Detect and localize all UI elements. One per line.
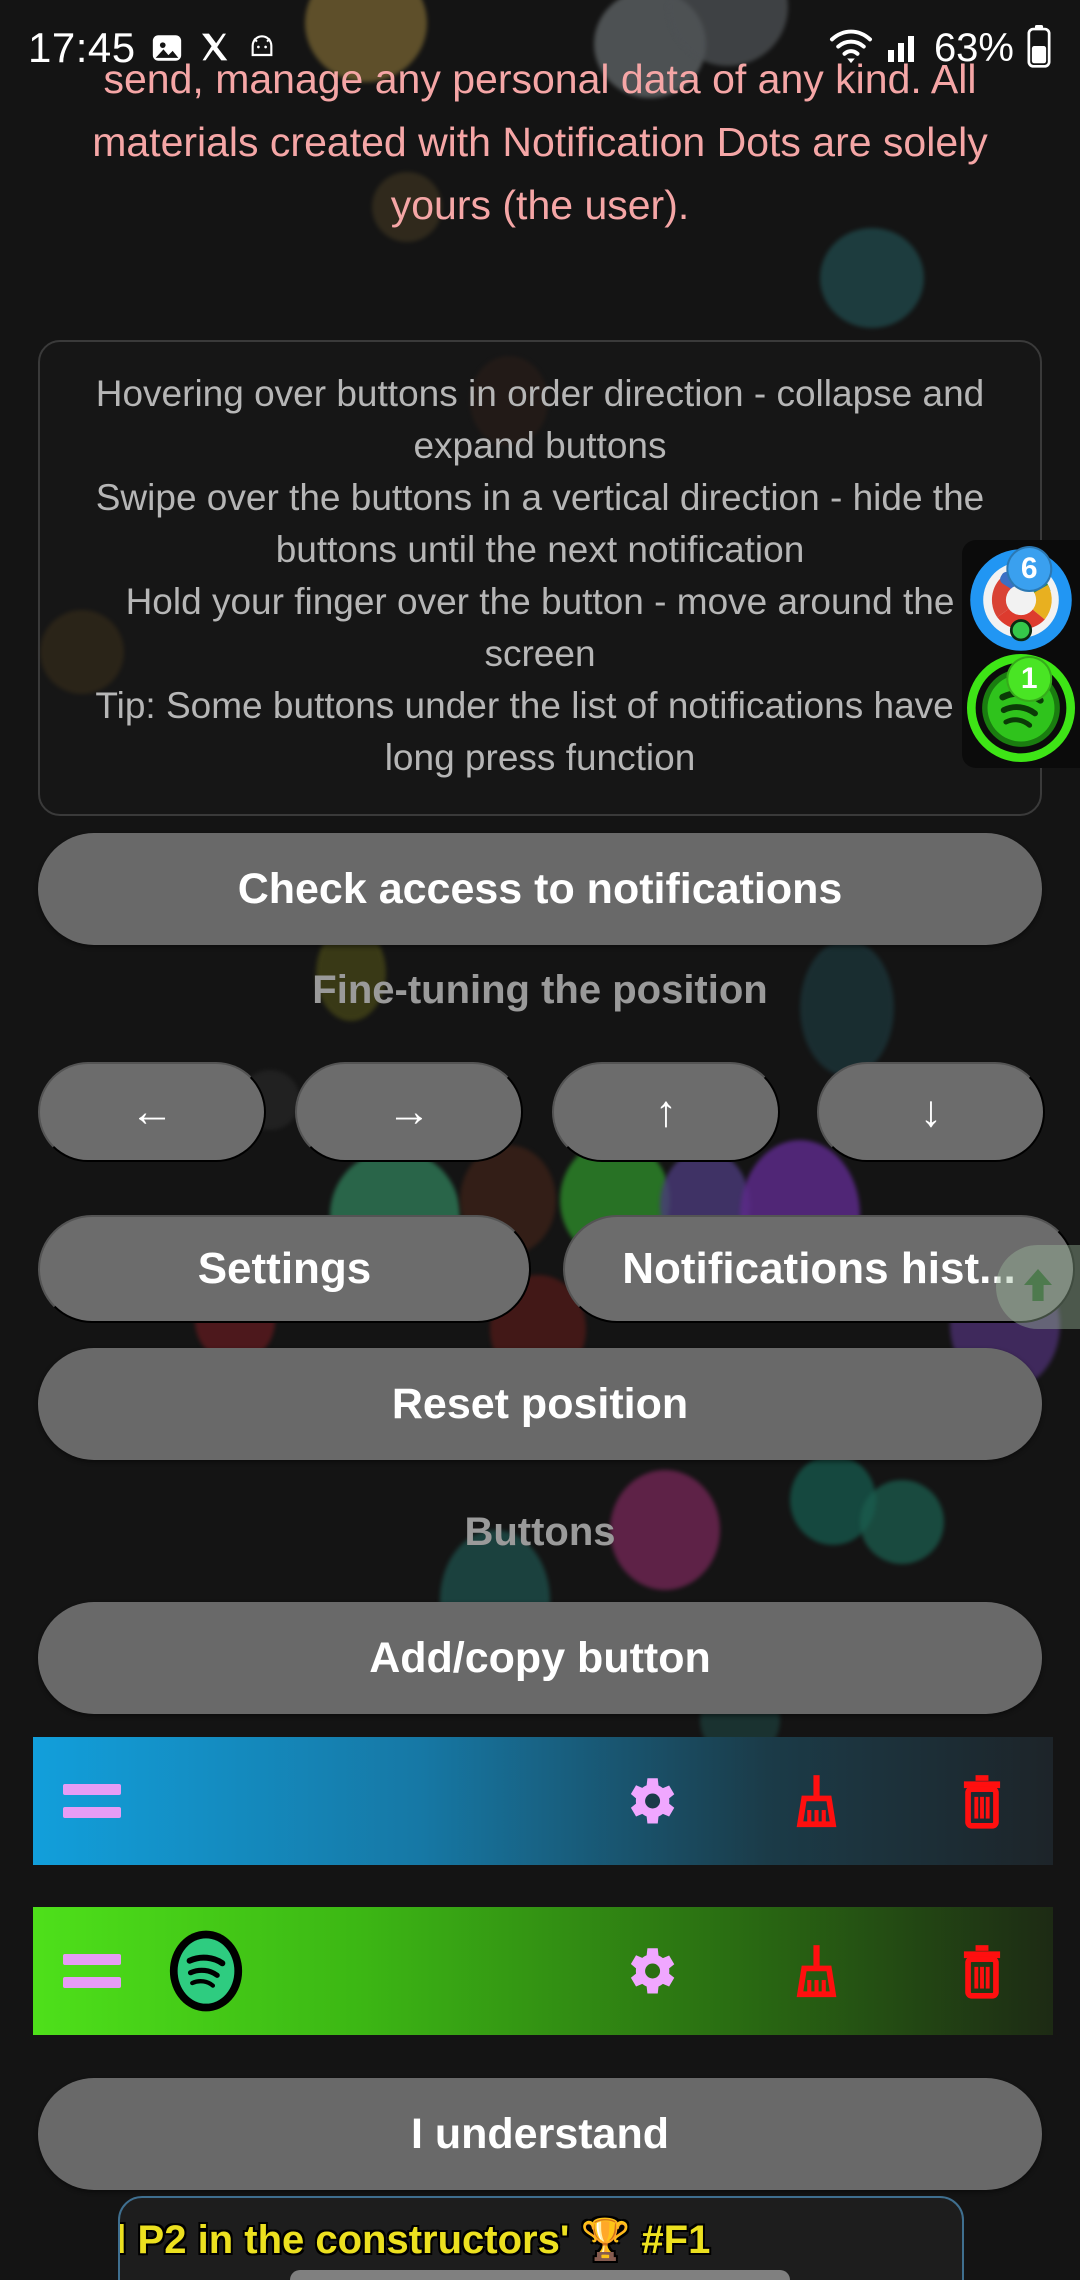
battery-percent-label: 63% — [933, 25, 1014, 70]
notification-app-icon — [150, 31, 184, 65]
move-up-button[interactable]: ↑ — [552, 1062, 780, 1162]
broom-icon[interactable] — [785, 1770, 847, 1832]
move-right-button[interactable]: → — [295, 1062, 523, 1162]
reset-position-button[interactable]: Reset position — [38, 1348, 1042, 1460]
settings-button[interactable]: Settings — [38, 1215, 531, 1323]
tip-line: Hovering over buttons in order direction… — [95, 373, 985, 466]
move-down-button[interactable]: ↓ — [817, 1062, 1045, 1162]
tip-line: Swipe over the buttons in a vertical dir… — [95, 477, 985, 570]
spotify-icon[interactable] — [163, 1928, 249, 2014]
status-bar-right: 63% — [828, 24, 1052, 73]
google-photos-dot[interactable]: 6 — [962, 544, 1080, 654]
spotify-dot[interactable]: 1 — [962, 654, 1080, 764]
move-left-button[interactable]: ← — [38, 1062, 266, 1162]
cellular-signal-icon — [886, 28, 922, 69]
broom-icon[interactable] — [785, 1940, 847, 2002]
main-content: send, manage any personal data of any ki… — [0, 0, 1080, 2280]
gear-icon[interactable] — [619, 1770, 681, 1832]
table-row[interactable] — [33, 1737, 1053, 1865]
trash-icon[interactable] — [951, 1770, 1013, 1832]
floating-notification-dots[interactable]: 6 1 — [962, 540, 1080, 768]
i-understand-button[interactable]: I understand — [38, 2078, 1042, 2190]
tip-line: Tip: Some buttons under the list of noti… — [95, 685, 985, 778]
tip-line: Hold your finger over the button - move … — [125, 581, 955, 674]
drag-handle-icon[interactable] — [63, 1954, 121, 1988]
gear-icon[interactable] — [619, 1940, 681, 2002]
badge-count: 1 — [1006, 656, 1053, 702]
android-head-icon — [246, 31, 280, 65]
add-copy-button[interactable]: Add/copy button — [38, 1602, 1042, 1714]
drag-handle-icon[interactable] — [63, 1784, 121, 1818]
arrow-up-icon — [1014, 1261, 1062, 1314]
status-bar: 17:45 63% — [0, 0, 1080, 96]
phone-screen: 17:45 63% send, manage any personal data… — [0, 0, 1080, 2280]
table-row[interactable] — [33, 1907, 1053, 2035]
status-time: 17:45 — [28, 24, 136, 71]
check-access-to-notifications-button[interactable]: Check access to notifications — [38, 833, 1042, 945]
scroll-to-top-button[interactable] — [996, 1245, 1080, 1329]
fine-tuning-section-title: Fine-tuning the position — [312, 968, 768, 1012]
x-twitter-icon — [198, 31, 232, 65]
status-bar-left: 17:45 — [28, 24, 280, 72]
row-actions — [619, 1940, 1023, 2002]
trash-icon[interactable] — [951, 1940, 1013, 2002]
notifications-history-button[interactable]: Notifications hist... — [563, 1215, 1075, 1323]
buttons-section-title: Buttons — [464, 1510, 616, 1554]
wifi-icon — [828, 27, 874, 70]
badge-count: 6 — [1006, 546, 1053, 592]
tips-box: Hovering over buttons in order direction… — [38, 340, 1042, 816]
row-actions — [619, 1770, 1023, 1832]
battery-icon — [1026, 24, 1052, 73]
